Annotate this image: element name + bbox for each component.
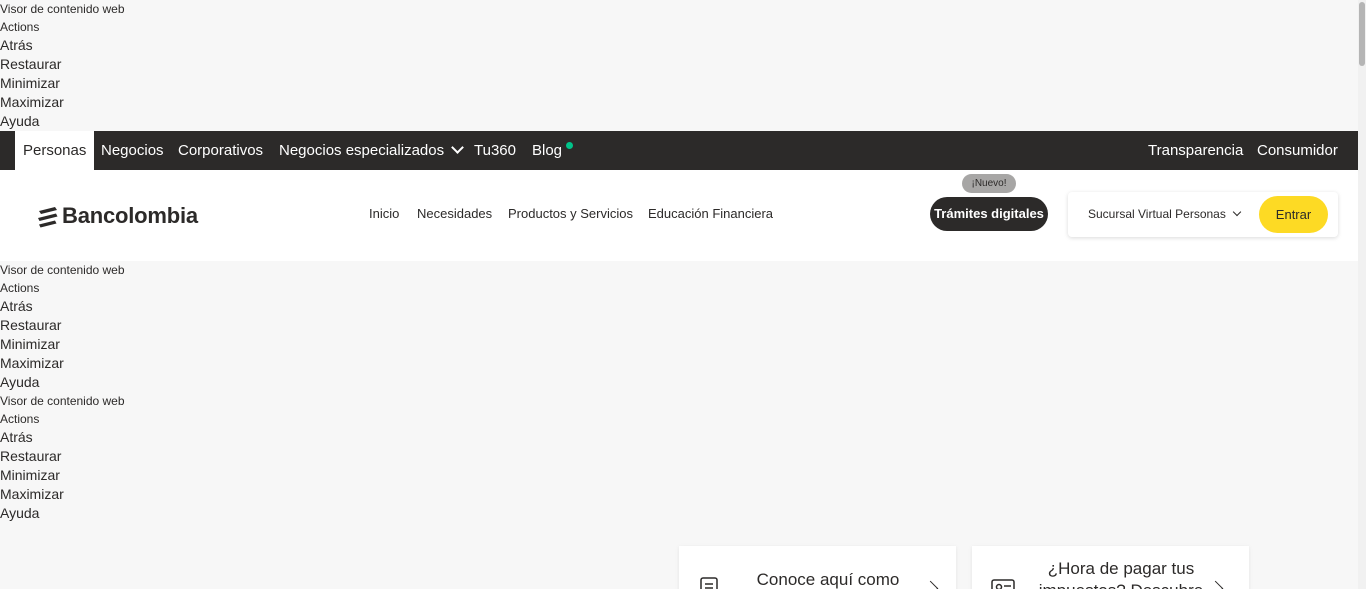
portlet-action-minimize[interactable]: Minimizar	[0, 74, 300, 93]
portlet-actions-menu[interactable]: Actions	[0, 410, 300, 428]
new-indicator-dot	[566, 142, 573, 149]
document-icon	[700, 577, 718, 589]
chevron-right-icon	[922, 580, 939, 589]
portlet-action-minimize[interactable]: Minimizar	[0, 335, 300, 354]
nav-educacion-financiera[interactable]: Educación Financiera	[648, 206, 773, 221]
portlet-action-back[interactable]: Atrás	[0, 428, 300, 447]
portlet-action-restore[interactable]: Restaurar	[0, 55, 300, 74]
page: Visor de contenido web Actions Atrás Res…	[0, 0, 1366, 589]
tab-blog[interactable]: Blog	[532, 131, 562, 170]
nav-productos-servicios[interactable]: Productos y Servicios	[508, 206, 633, 221]
card-text: ¿Hora de pagar tus impuestos? Descubre	[1039, 559, 1203, 589]
nav-necesidades[interactable]: Necesidades	[417, 206, 492, 221]
portlet-action-restore[interactable]: Restaurar	[0, 316, 300, 335]
main-header: Bancolombia Inicio Necesidades Productos…	[0, 170, 1358, 261]
portlet-block-2: Visor de contenido web Actions Atrás Res…	[0, 261, 300, 392]
portlet-action-back[interactable]: Atrás	[0, 36, 300, 55]
id-card-icon	[991, 579, 1015, 589]
card-text: Conoce aquí como	[756, 570, 900, 589]
portlet-action-minimize[interactable]: Minimizar	[0, 466, 300, 485]
logo-wordmark: Bancolombia	[62, 203, 198, 228]
link-transparencia[interactable]: Transparencia	[1148, 131, 1243, 170]
login-box: Sucursal Virtual Personas Entrar	[1068, 192, 1338, 237]
info-card-2[interactable]: ¿Hora de pagar tus impuestos? Descubre	[972, 546, 1249, 589]
tab-negocios-especializados[interactable]: Negocios especializados	[279, 131, 464, 170]
portlet-action-maximize[interactable]: Maximizar	[0, 354, 300, 373]
sucursal-virtual-select[interactable]: Sucursal Virtual Personas	[1088, 192, 1242, 237]
portlet-title: Visor de contenido web	[0, 2, 125, 16]
bancolombia-logo[interactable]: Bancolombia	[36, 203, 198, 229]
sucursal-virtual-label: Sucursal Virtual Personas	[1088, 207, 1226, 221]
portlet-action-help[interactable]: Ayuda	[0, 504, 300, 523]
tab-negocios-especializados-label: Negocios especializados	[279, 142, 445, 159]
portlet-action-restore[interactable]: Restaurar	[0, 447, 300, 466]
chevron-down-icon	[1232, 207, 1242, 217]
page-scrollbar[interactable]	[1358, 0, 1366, 589]
portlet-action-help[interactable]: Ayuda	[0, 373, 300, 392]
portlet-action-maximize[interactable]: Maximizar	[0, 485, 300, 504]
portlet-title: Visor de contenido web	[0, 394, 125, 408]
portlet-block-3: Visor de contenido web Actions Atrás Res…	[0, 392, 300, 523]
portlet-action-maximize[interactable]: Maximizar	[0, 93, 300, 112]
segment-bar: Personas Negocios Corporativos Negocios …	[0, 131, 1358, 170]
tab-corporativos[interactable]: Corporativos	[178, 131, 263, 170]
scrollbar-thumb[interactable]	[1359, 2, 1365, 66]
tab-negocios[interactable]: Negocios	[101, 131, 164, 170]
portlet-action-help[interactable]: Ayuda	[0, 112, 300, 131]
portlet-block-1: Visor de contenido web Actions Atrás Res…	[0, 0, 300, 131]
portlet-actions-menu[interactable]: Actions	[0, 279, 300, 297]
info-card-1[interactable]: Conoce aquí como	[679, 546, 956, 589]
bancolombia-logo-icon	[38, 207, 58, 228]
tramites-digitales-button[interactable]: Trámites digitales	[930, 197, 1048, 231]
portlet-title: Visor de contenido web	[0, 263, 125, 277]
entrar-button[interactable]: Entrar	[1259, 196, 1328, 233]
portlet-actions-menu[interactable]: Actions	[0, 18, 300, 36]
link-consumidor[interactable]: Consumidor	[1257, 131, 1338, 170]
chevron-down-icon	[451, 141, 464, 154]
tab-personas[interactable]: Personas	[15, 131, 95, 170]
tab-tu360[interactable]: Tu360	[474, 131, 516, 170]
new-badge: ¡Nuevo!	[962, 174, 1016, 193]
nav-inicio[interactable]: Inicio	[369, 206, 399, 221]
portlet-action-back[interactable]: Atrás	[0, 297, 300, 316]
chevron-right-icon	[1207, 580, 1224, 589]
